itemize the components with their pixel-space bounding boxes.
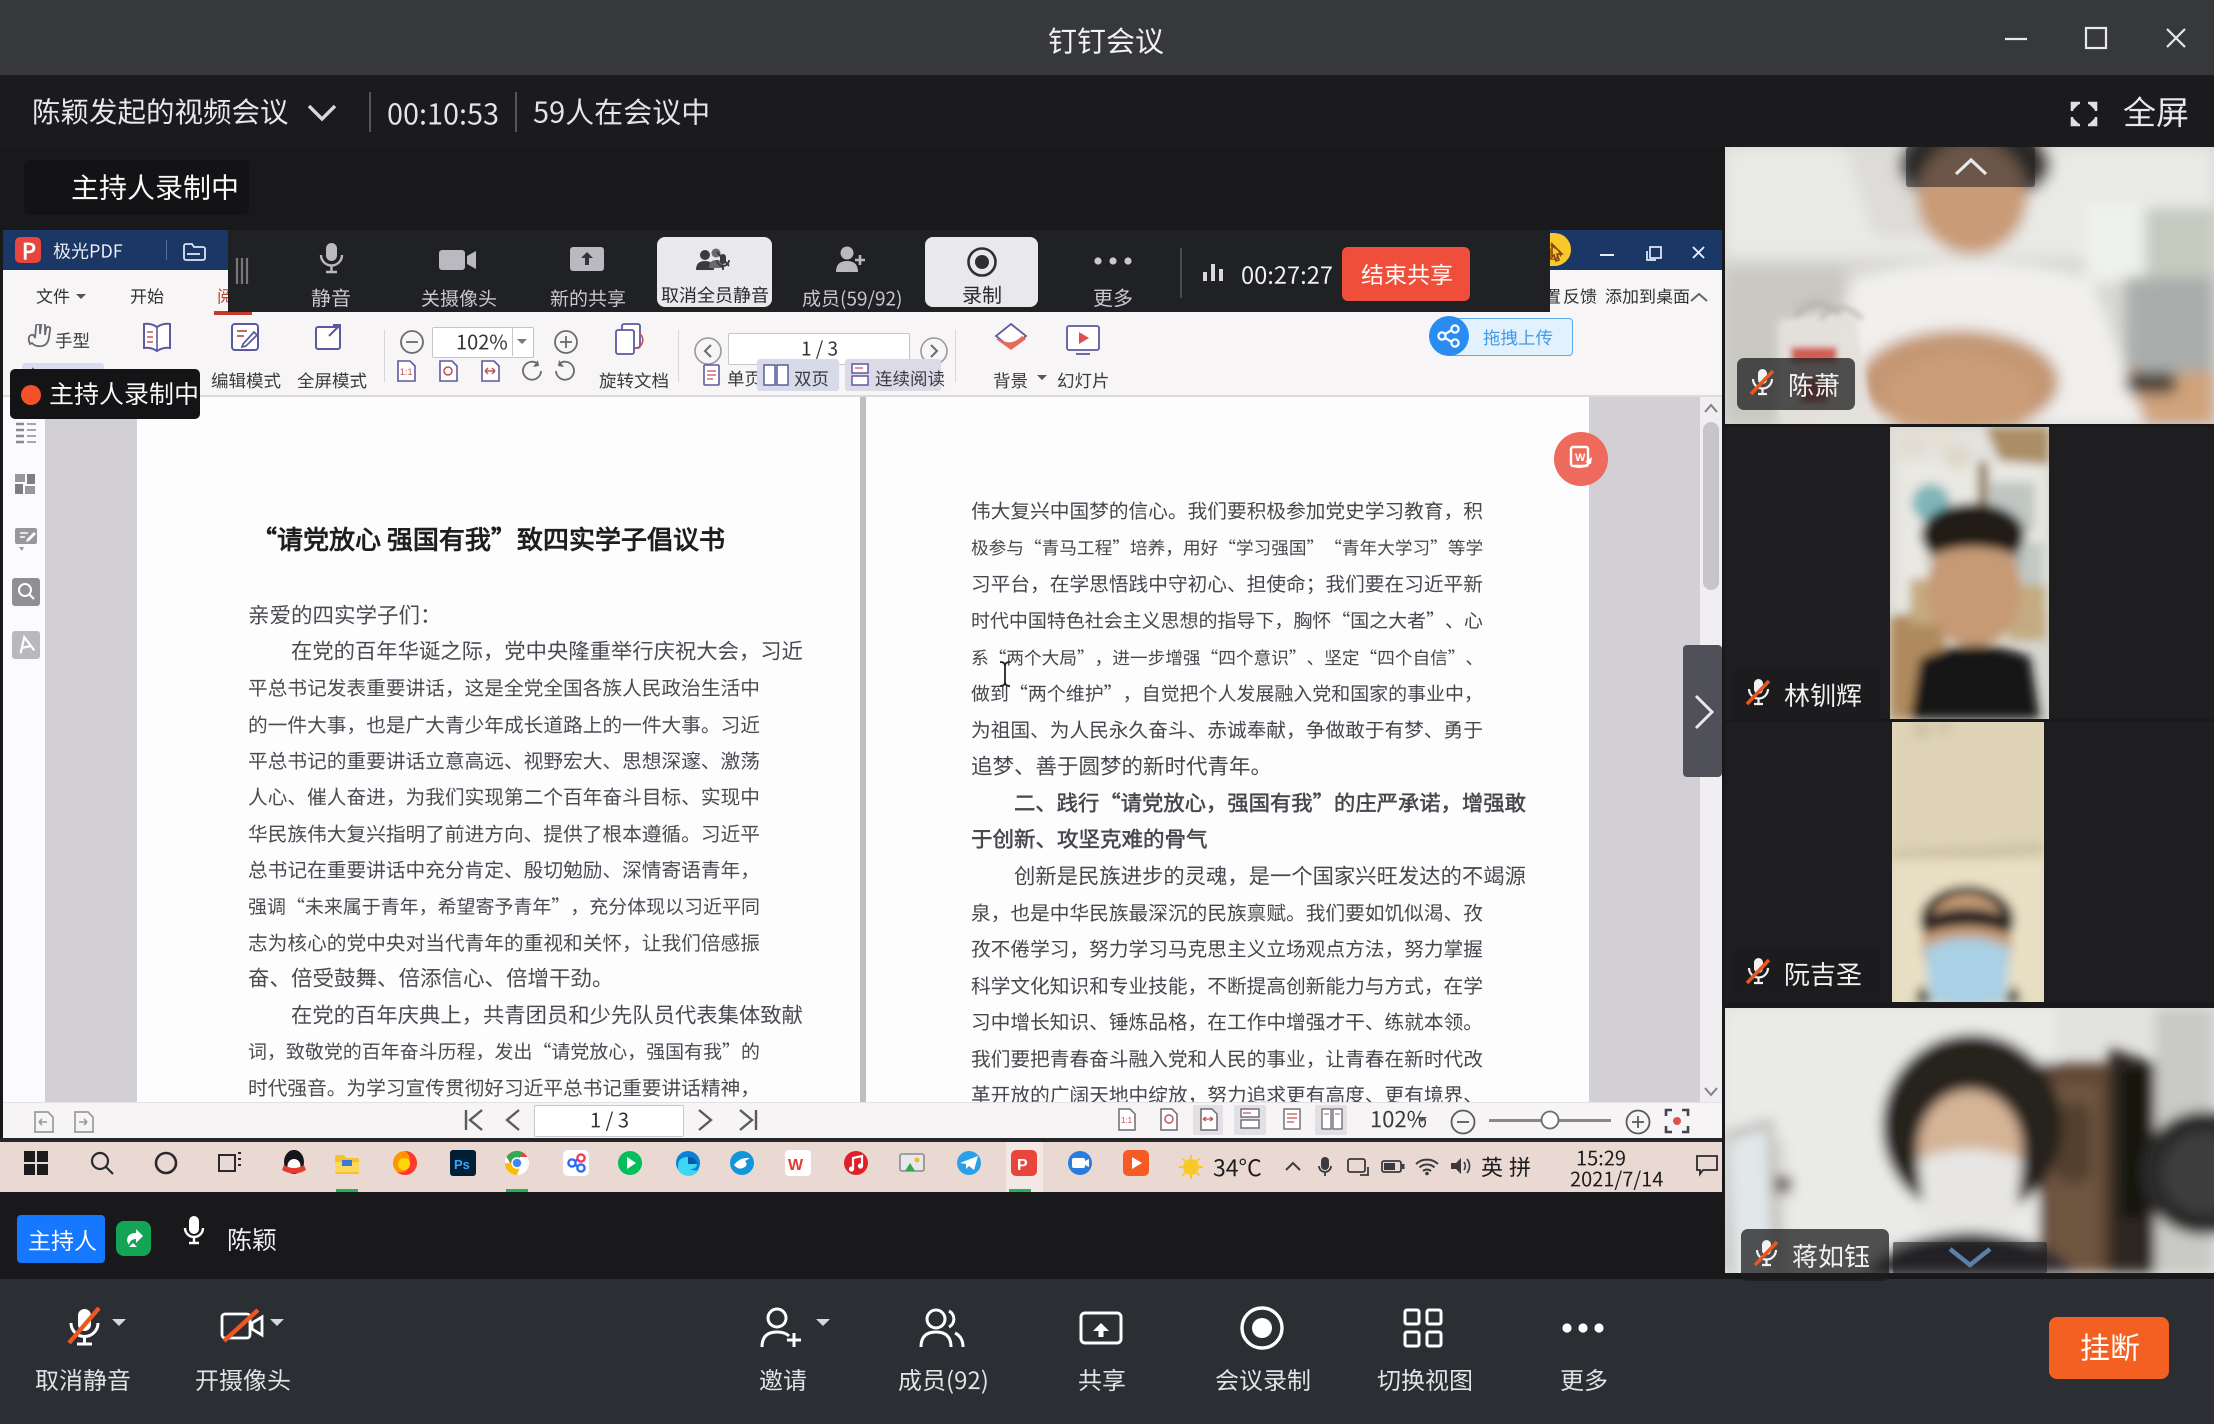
svg-text:P: P: [1017, 1157, 1028, 1174]
svg-text:W: W: [1575, 452, 1586, 464]
svg-text:1:1: 1:1: [400, 367, 413, 377]
svg-text:Ps: Ps: [454, 1157, 470, 1172]
svg-text:W: W: [788, 1157, 804, 1174]
svg-text:1:1: 1:1: [1121, 1116, 1133, 1125]
